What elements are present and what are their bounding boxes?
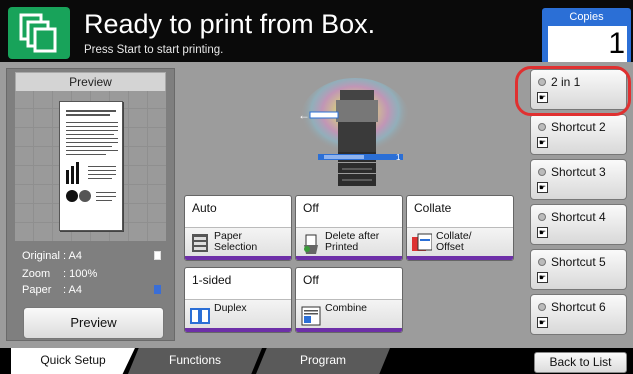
zoom-value: : 100%: [63, 268, 98, 280]
hand-icon: ☛: [537, 137, 548, 148]
status-indicator-icon: [538, 123, 546, 131]
copies-label: Copies: [569, 11, 604, 23]
tab-functions[interactable]: Functions: [128, 348, 262, 374]
collate-offset-tile[interactable]: Collate Collate/ Offset: [406, 195, 514, 261]
paper-selection-value: Auto: [192, 201, 217, 215]
shortcut-2-button[interactable]: Shortcut 2 ☛: [530, 114, 627, 155]
shortcut-5-button[interactable]: Shortcut 5 ☛: [530, 249, 627, 290]
highlight-annotation: [515, 66, 631, 116]
status-indicator-icon: [538, 213, 546, 221]
shortcut-label: Shortcut 6: [551, 300, 606, 314]
hand-icon: ☛: [537, 317, 548, 328]
original-label: Original: [22, 250, 60, 262]
tab-program[interactable]: Program: [256, 348, 390, 374]
paper-tray-icon: [192, 234, 208, 252]
svg-text:←: ←: [300, 108, 310, 122]
collate-offset-value: Collate: [414, 201, 452, 215]
paper-tray-icon: [154, 285, 161, 294]
zoom-label: Zoom: [22, 268, 51, 280]
combine-label: Combine: [325, 302, 368, 314]
collate-offset-icon: [412, 233, 432, 251]
shortcut-4-button[interactable]: Shortcut 4 ☛: [530, 204, 627, 245]
status-indicator-icon: [538, 168, 546, 176]
copies-value[interactable]: 1: [548, 26, 627, 62]
shortcut-3-button[interactable]: Shortcut 3 ☛: [530, 159, 627, 200]
print-from-box-app-icon: [8, 7, 70, 59]
status-indicator-icon: [538, 303, 546, 311]
preview-heading: Preview: [15, 72, 166, 92]
printer-illustration: ← 1: [288, 78, 415, 198]
header: Ready to print from Box. Press Start to …: [0, 0, 633, 64]
hand-icon: ☛: [537, 227, 548, 238]
duplex-value: 1-sided: [192, 273, 232, 287]
page-title: Ready to print from Box.: [84, 9, 376, 39]
hand-icon: ☛: [537, 272, 548, 283]
page-subtitle: Press Start to start printing.: [84, 44, 224, 56]
delete-after-printed-tile[interactable]: Off Delete after Printed: [295, 195, 403, 261]
original-value: : A4: [63, 250, 82, 262]
paper-selection-label-line2: Selection: [214, 241, 258, 253]
paper-label: Paper: [22, 284, 52, 296]
shortcut-label: Shortcut 5: [551, 255, 606, 269]
status-indicator-icon: [538, 258, 546, 266]
printer-job-counter: 1: [396, 153, 401, 162]
paper-selection-tile[interactable]: Auto Paper Selection: [184, 195, 292, 261]
preview-canvas: [15, 91, 166, 241]
preview-panel: Preview Original: A4 Zoom: 100% Paper …: [6, 68, 175, 341]
shortcut-label: Shortcut 4: [551, 210, 606, 224]
back-to-list-button[interactable]: Back to List: [534, 352, 627, 373]
shortcut-label: Shortcut 3: [551, 165, 606, 179]
bottom-bar: Quick Setup Functions Program Back to Li…: [0, 348, 633, 374]
collate-offset-label-line2: Offset: [436, 241, 464, 253]
preview-button[interactable]: Preview: [23, 307, 164, 339]
shortcut-label: Shortcut 2: [551, 120, 606, 134]
combine-value: Off: [303, 273, 319, 287]
duplex-label: Duplex: [214, 302, 247, 314]
duplex-tile[interactable]: 1-sided Duplex: [184, 267, 292, 333]
portrait-orientation-icon: [154, 251, 161, 260]
combine-icon: [301, 306, 321, 326]
combine-tile[interactable]: Off Combine: [295, 267, 403, 333]
trash-icon: [304, 234, 318, 254]
hand-icon: ☛: [537, 182, 548, 193]
delete-after-printed-label-line2: Printed: [325, 241, 359, 253]
document-thumbnail: [59, 101, 123, 231]
duplex-icon: [190, 308, 210, 324]
paper-value: : A4: [63, 284, 82, 296]
delete-after-printed-value: Off: [303, 201, 319, 215]
shortcut-6-button[interactable]: Shortcut 6 ☛: [530, 294, 627, 335]
tab-quick-setup[interactable]: Quick Setup: [11, 348, 135, 374]
copies-field[interactable]: Copies 1: [542, 8, 631, 64]
